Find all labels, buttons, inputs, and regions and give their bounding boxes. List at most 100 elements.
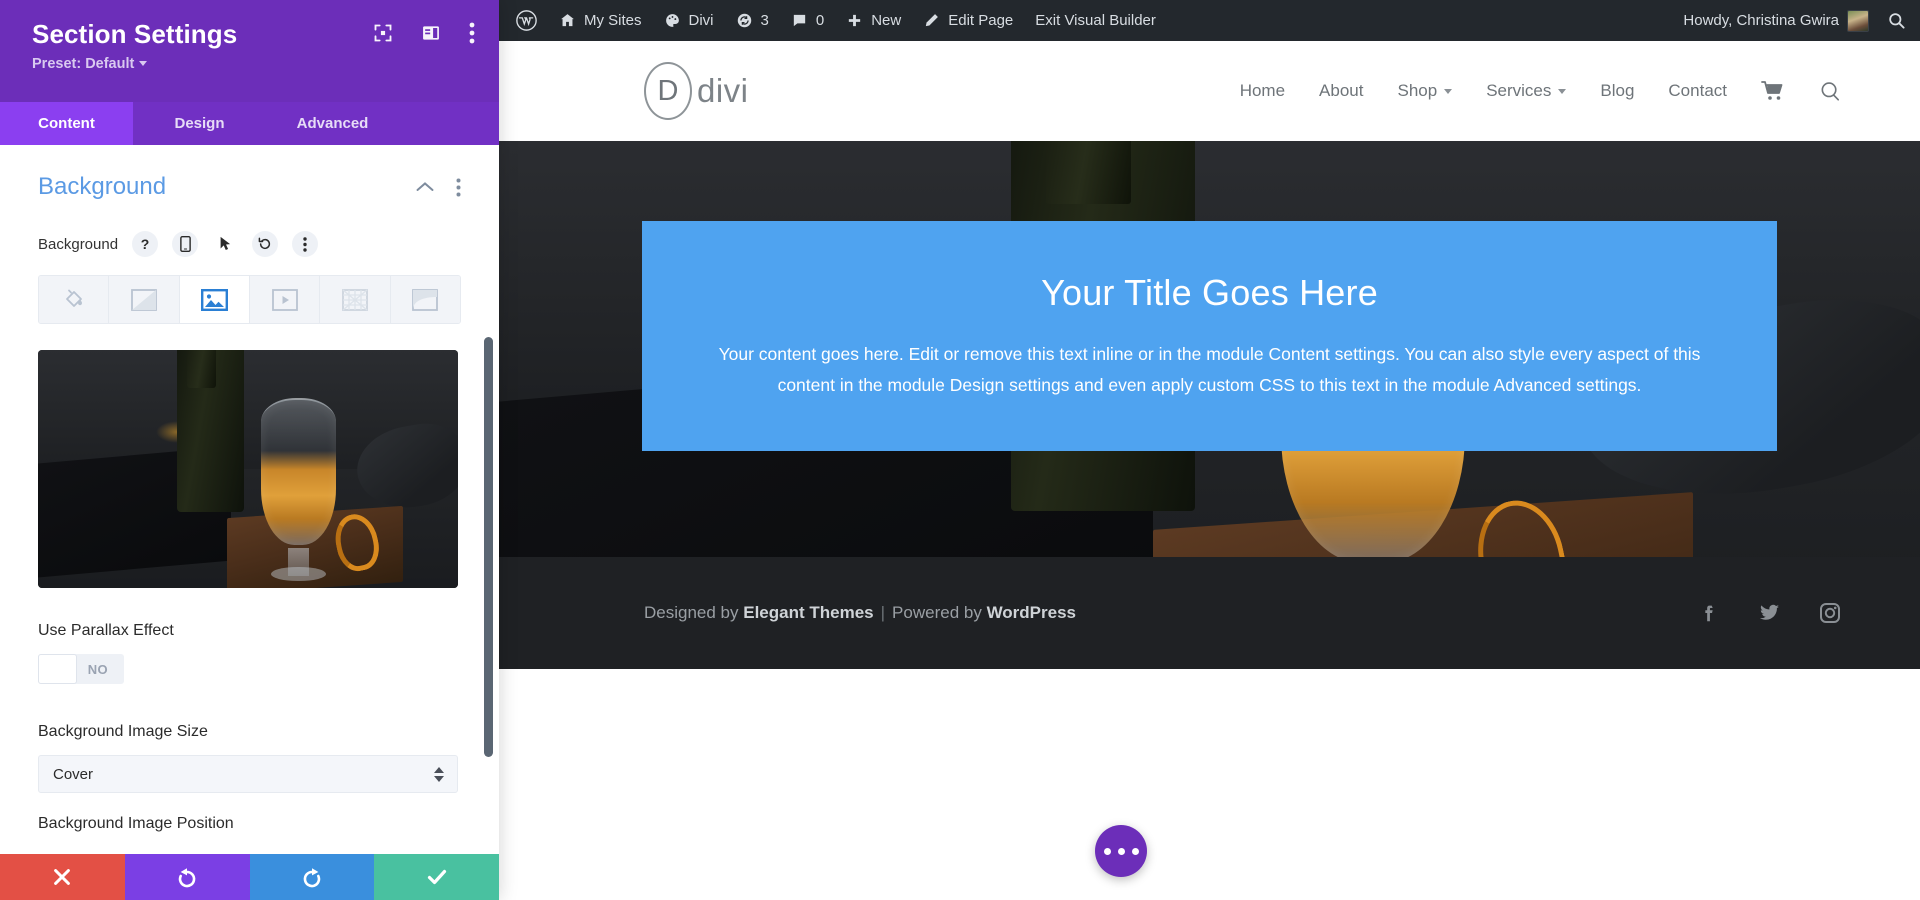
background-mask-tab[interactable] xyxy=(391,276,460,323)
twitter-icon[interactable] xyxy=(1757,601,1781,625)
background-image-thumbnail[interactable] xyxy=(38,350,458,588)
hero-section: Your Title Goes Here Your content goes h… xyxy=(499,141,1920,669)
background-gradient-tab[interactable] xyxy=(109,276,179,323)
paint-bucket-icon xyxy=(62,288,86,312)
hover-cursor-icon[interactable] xyxy=(212,231,238,257)
preset-label: Preset: Default xyxy=(32,56,134,72)
close-x-icon xyxy=(51,866,73,888)
background-video-tab[interactable] xyxy=(250,276,320,323)
settings-tabs: Content Design Advanced xyxy=(0,102,499,145)
admin-bar-wordpress-logo[interactable] xyxy=(505,0,548,41)
panel-layout-icon[interactable] xyxy=(421,23,441,43)
more-vertical-icon[interactable] xyxy=(469,22,475,44)
admin-bar-exit-label: Exit Visual Builder xyxy=(1035,12,1156,29)
admin-bar-new[interactable]: New xyxy=(835,0,912,41)
redo-button[interactable] xyxy=(250,854,375,900)
site-header: D divi Home About Shop Services Blog Con… xyxy=(499,41,1920,141)
site-footer: Designed by Elegant Themes | Powered by … xyxy=(499,557,1920,669)
section-settings-panel: Section Settings Preset: Default xyxy=(0,0,499,900)
reset-icon[interactable] xyxy=(252,231,278,257)
undo-button[interactable] xyxy=(125,854,250,900)
admin-bar-exit-visual-builder[interactable]: Exit Visual Builder xyxy=(1024,0,1167,41)
page-settings-fab[interactable] xyxy=(1095,825,1147,877)
redo-icon xyxy=(300,865,324,889)
undo-icon xyxy=(175,865,199,889)
sites-icon xyxy=(559,12,576,29)
wordpress-admin-bar: My Sites Divi 3 xyxy=(499,0,1920,41)
section-heading: Background xyxy=(38,173,394,201)
site-logo[interactable]: D divi xyxy=(644,62,749,120)
background-type-tabs xyxy=(38,275,461,324)
nav-item-services[interactable]: Services xyxy=(1486,81,1566,101)
toggle-knob xyxy=(38,654,77,684)
admin-bar-divi[interactable]: Divi xyxy=(653,0,725,41)
footer-separator: | xyxy=(881,603,885,623)
background-field-row: Background ? xyxy=(38,231,461,257)
comments-icon xyxy=(791,12,808,29)
dot-icon xyxy=(1104,848,1111,855)
admin-bar-edit-page[interactable]: Edit Page xyxy=(912,0,1024,41)
parallax-toggle[interactable]: NO xyxy=(38,654,124,684)
search-icon[interactable] xyxy=(1887,11,1906,30)
plus-icon xyxy=(846,12,863,29)
preset-selector[interactable]: Preset: Default xyxy=(32,56,473,72)
background-pattern-tab[interactable] xyxy=(320,276,390,323)
nav-item-shop[interactable]: Shop xyxy=(1397,81,1452,101)
instagram-icon[interactable] xyxy=(1818,601,1842,625)
nav-label: Services xyxy=(1486,81,1551,101)
site-preview-stage: My Sites Divi 3 xyxy=(499,0,1920,900)
panel-header-actions xyxy=(373,22,475,44)
image-size-select[interactable]: Cover xyxy=(38,755,458,793)
parallax-label: Use Parallax Effect xyxy=(38,622,461,640)
background-image-tab[interactable] xyxy=(180,276,250,323)
nav-item-blog[interactable]: Blog xyxy=(1600,81,1634,101)
nav-item-about[interactable]: About xyxy=(1319,81,1363,101)
focus-target-icon[interactable] xyxy=(373,23,393,43)
background-section-header: Background xyxy=(38,173,461,201)
cart-icon[interactable] xyxy=(1761,79,1785,103)
nav-label: Home xyxy=(1240,81,1285,101)
tab-design[interactable]: Design xyxy=(133,102,266,145)
logo-mark: D xyxy=(644,62,692,120)
admin-bar-greeting: Howdy, Christina Gwira xyxy=(1683,12,1839,29)
gradient-icon xyxy=(131,289,157,311)
admin-bar-account[interactable]: Howdy, Christina Gwira xyxy=(1672,0,1873,41)
admin-bar-new-label: New xyxy=(871,12,901,29)
save-button[interactable] xyxy=(374,854,499,900)
admin-bar-comments[interactable]: 0 xyxy=(780,0,835,41)
admin-bar-divi-label: Divi xyxy=(689,12,714,29)
settings-scroll-area: Background Background ? xyxy=(0,145,499,833)
hero-content-box[interactable]: Your Title Goes Here Your content goes h… xyxy=(642,221,1777,451)
image-size-label: Background Image Size xyxy=(38,723,461,741)
dot-icon xyxy=(1132,848,1139,855)
pencil-icon xyxy=(923,12,940,29)
responsive-phone-icon[interactable] xyxy=(172,231,198,257)
help-icon[interactable]: ? xyxy=(132,231,158,257)
chevron-down-icon xyxy=(139,61,147,66)
panel-body: Background Background ? xyxy=(0,145,499,854)
footer-brand[interactable]: Elegant Themes xyxy=(743,603,873,623)
nav-item-contact[interactable]: Contact xyxy=(1668,81,1727,101)
image-position-label: Background Image Position xyxy=(38,815,461,833)
background-color-tab[interactable] xyxy=(39,276,109,323)
facebook-icon[interactable] xyxy=(1698,601,1720,625)
admin-bar-my-sites-label: My Sites xyxy=(584,12,642,29)
more-vertical-icon[interactable] xyxy=(292,231,318,257)
admin-bar-comments-count: 0 xyxy=(816,12,824,29)
tab-content[interactable]: Content xyxy=(0,102,133,145)
panel-scrollbar[interactable] xyxy=(484,337,493,757)
more-vertical-icon[interactable] xyxy=(456,178,461,197)
admin-bar-updates[interactable]: 3 xyxy=(725,0,780,41)
nav-label: Contact xyxy=(1668,81,1727,101)
admin-bar-my-sites[interactable]: My Sites xyxy=(548,0,653,41)
tab-advanced[interactable]: Advanced xyxy=(266,102,399,145)
chevron-up-icon[interactable] xyxy=(416,181,434,193)
footer-platform[interactable]: WordPress xyxy=(987,603,1076,623)
hero-title: Your Title Goes Here xyxy=(1041,272,1378,314)
nav-item-home[interactable]: Home xyxy=(1240,81,1285,101)
avatar xyxy=(1847,10,1869,32)
search-icon[interactable] xyxy=(1819,80,1842,103)
footer-mid: Powered by xyxy=(892,603,982,623)
discard-button[interactable] xyxy=(0,854,125,900)
footer-social-links xyxy=(1698,601,1842,625)
